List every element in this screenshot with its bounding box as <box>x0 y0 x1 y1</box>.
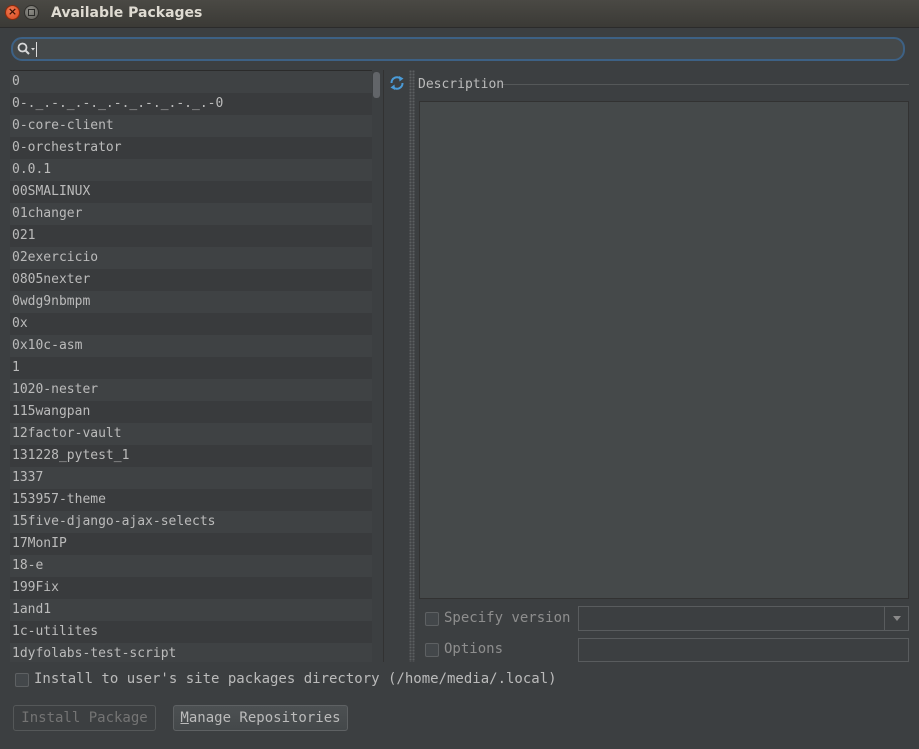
manage-repositories-button[interactable]: Manage Repositories <box>173 705 348 731</box>
list-item[interactable]: 1dyfolabs-test-script <box>10 643 382 662</box>
install-to-user-label: Install to user's site packages director… <box>34 671 557 687</box>
close-icon: × <box>7 5 18 18</box>
list-item[interactable]: 0-core-client <box>10 115 382 137</box>
text-caret <box>36 42 37 57</box>
list-item[interactable]: 0805nexter <box>10 269 382 291</box>
scrollbar-thumb[interactable] <box>373 72 380 98</box>
specify-version-label: Specify version <box>444 610 571 626</box>
options-checkbox[interactable] <box>425 643 439 657</box>
options-input[interactable] <box>578 638 909 662</box>
list-item[interactable]: 0 <box>10 71 382 93</box>
list-item[interactable]: 17MonIP <box>10 533 382 555</box>
mnemonic-letter: M <box>180 710 189 726</box>
list-item[interactable]: 00SMALINUX <box>10 181 382 203</box>
chevron-down-icon[interactable] <box>884 607 908 630</box>
window-title: Available Packages <box>51 5 203 21</box>
version-select[interactable] <box>578 606 909 631</box>
list-item[interactable]: 153957-theme <box>10 489 382 511</box>
list-item[interactable]: 131228_pytest_1 <box>10 445 382 467</box>
description-label: Description <box>418 77 505 92</box>
list-item[interactable]: 0wdg9nbmpm <box>10 291 382 313</box>
list-item[interactable]: 0x <box>10 313 382 335</box>
install-package-button[interactable]: Install Package <box>13 705 156 731</box>
list-item[interactable]: 0-orchestrator <box>10 137 382 159</box>
list-item[interactable]: 0x10c-asm <box>10 335 382 357</box>
splitter-handle[interactable] <box>409 70 415 662</box>
title-bar: × Available Packages <box>0 0 919 28</box>
list-item[interactable]: 1 <box>10 357 382 379</box>
list-item[interactable]: 0-._.-._.-._.-._.-._.-._.-0 <box>10 93 382 115</box>
search-input[interactable] <box>39 40 899 58</box>
search-field[interactable] <box>11 37 905 61</box>
list-item[interactable]: 01changer <box>10 203 382 225</box>
search-icon[interactable] <box>16 41 38 57</box>
list-item[interactable]: 0.0.1 <box>10 159 382 181</box>
list-item[interactable]: 1c-utilites <box>10 621 382 643</box>
list-item[interactable]: 02exercicio <box>10 247 382 269</box>
list-item[interactable]: 021 <box>10 225 382 247</box>
package-list-scrollbar[interactable] <box>372 70 382 662</box>
list-toolbar <box>383 70 409 662</box>
list-item[interactable]: 12factor-vault <box>10 423 382 445</box>
minimize-icon <box>28 9 35 16</box>
specify-version-checkbox[interactable] <box>425 612 439 626</box>
refresh-icon[interactable] <box>388 74 406 92</box>
list-item[interactable]: 1337 <box>10 467 382 489</box>
list-item[interactable]: 1020-nester <box>10 379 382 401</box>
package-list[interactable]: 0 0-._.-._.-._.-._.-._.-._.-0 0-core-clien… <box>10 70 382 662</box>
minimize-button[interactable] <box>24 5 39 20</box>
install-to-user-checkbox[interactable] <box>15 673 29 687</box>
description-panel <box>419 101 909 599</box>
list-item[interactable]: 15five-django-ajax-selects <box>10 511 382 533</box>
list-item[interactable]: 18-e <box>10 555 382 577</box>
list-item[interactable]: 1and1 <box>10 599 382 621</box>
options-label: Options <box>444 641 504 657</box>
list-item[interactable]: 115wangpan <box>10 401 382 423</box>
manage-button-label: anage Repositories <box>188 710 341 726</box>
close-button[interactable]: × <box>5 5 20 20</box>
description-separator <box>503 84 909 85</box>
list-item[interactable]: 199Fix <box>10 577 382 599</box>
